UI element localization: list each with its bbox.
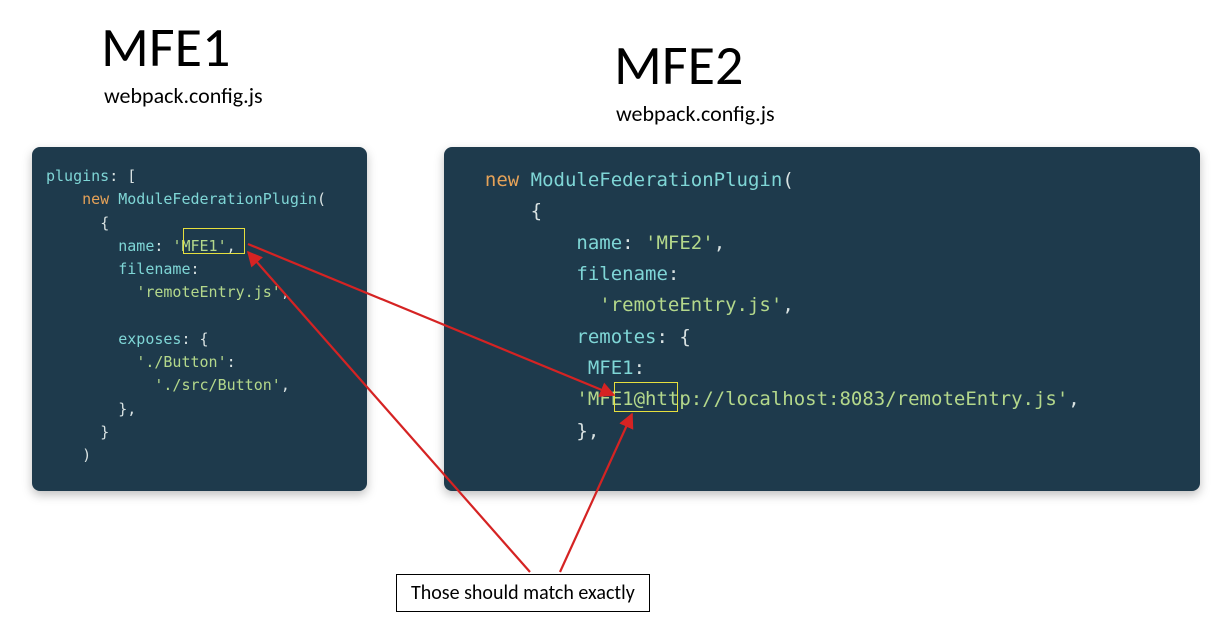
annotation-note: Those should match exactly — [396, 574, 650, 612]
code-mfe2: new ModuleFederationPlugin( { name: 'MFE… — [444, 147, 1200, 491]
code-mfe1: plugins: [ new ModuleFederationPlugin( {… — [32, 147, 367, 491]
mfe1-subtitle: webpack.config.js — [104, 82, 263, 109]
highlight-mfe2-remote — [614, 382, 678, 412]
highlight-mfe1-name — [183, 228, 245, 254]
mfe1-title: MFE1 — [101, 14, 230, 82]
mfe2-title: MFE2 — [614, 32, 743, 100]
mfe2-subtitle: webpack.config.js — [616, 100, 775, 127]
